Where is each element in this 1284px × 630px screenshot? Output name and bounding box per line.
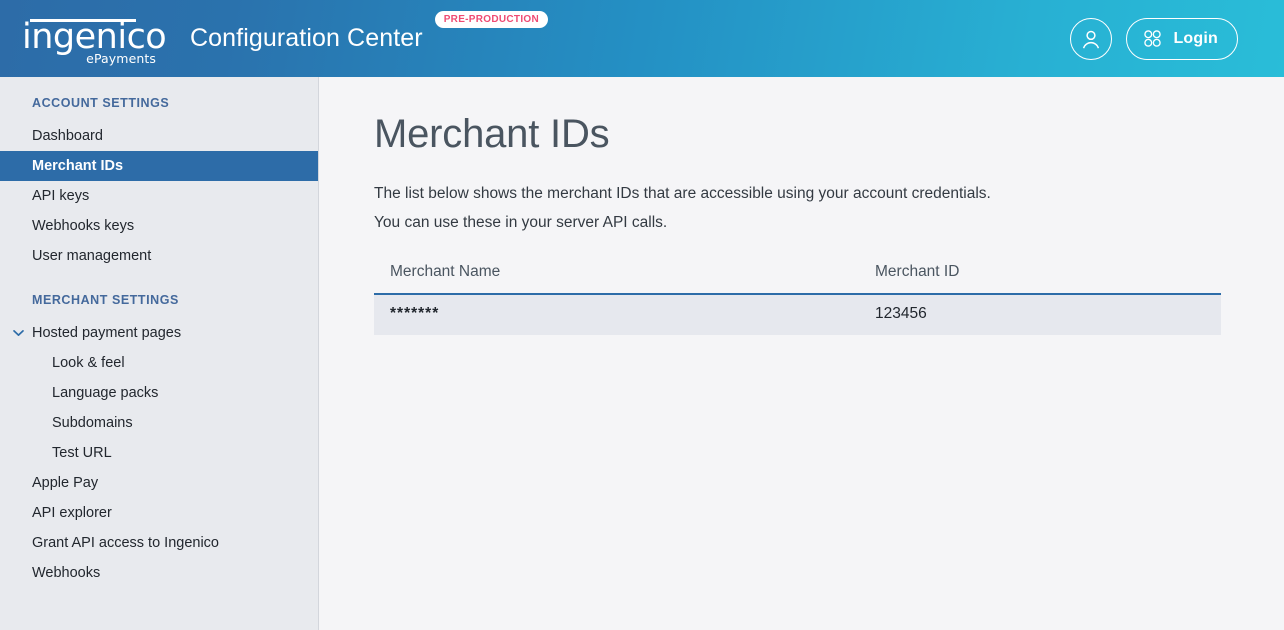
chevron-down-icon <box>13 330 24 337</box>
sidebar-item-label: Test URL <box>52 445 112 461</box>
merchant-ids-table-container: Merchant Name Merchant ID ******* 123456 <box>374 263 1221 335</box>
sidebar-item-label: API explorer <box>32 505 112 521</box>
page-body: ACCOUNT SETTINGS Dashboard Merchant IDs … <box>0 77 1284 630</box>
sidebar-item-label: Webhooks <box>32 565 101 581</box>
sidebar-item-test-url[interactable]: Test URL <box>0 438 318 468</box>
sidebar-item-dashboard[interactable]: Dashboard <box>0 121 318 151</box>
sidebar-item-label: Dashboard <box>32 128 103 144</box>
page-description-line-1: The list below shows the merchant IDs th… <box>374 185 991 202</box>
sidebar-item-subdomains[interactable]: Subdomains <box>0 408 318 438</box>
merchant-ids-table: Merchant Name Merchant ID ******* 123456 <box>374 263 1221 335</box>
sidebar-item-label: Look & feel <box>52 355 125 371</box>
logo-wordmark: ingenico <box>22 16 167 57</box>
sidebar-item-label: Grant API access to Ingenico <box>32 535 219 551</box>
sidebar-item-label: Merchant IDs <box>32 158 124 174</box>
sidebar-item-look-and-feel[interactable]: Look & feel <box>0 348 318 378</box>
sidebar-item-webhooks-keys[interactable]: Webhooks keys <box>0 211 318 241</box>
user-avatar-icon <box>1083 30 1100 48</box>
sidebar-item-grant-api-access[interactable]: Grant API access to Ingenico <box>0 528 318 558</box>
column-header-merchant-name: Merchant Name <box>374 263 859 295</box>
table-body: ******* 123456 <box>374 294 1221 335</box>
page-description: The list below shows the merchant IDs th… <box>374 179 1134 237</box>
app-title: Configuration Center <box>190 24 423 52</box>
sidebar-item-api-keys[interactable]: API keys <box>0 181 318 211</box>
sidebar-section-title-account-settings: ACCOUNT SETTINGS <box>32 96 170 110</box>
sidebar-item-webhooks[interactable]: Webhooks <box>0 558 318 588</box>
sidebar-item-label: API keys <box>32 188 90 204</box>
sidebar-item-hosted-payment-pages[interactable]: Hosted payment pages <box>0 318 318 348</box>
sidebar-item-label: Apple Pay <box>32 475 99 491</box>
sidebar-item-merchant-ids[interactable]: Merchant IDs <box>0 151 318 181</box>
table-row[interactable]: ******* 123456 <box>374 294 1221 335</box>
logo-bar-icon <box>30 18 136 22</box>
sidebar-item-user-management[interactable]: User management <box>0 241 318 271</box>
sidebar: ACCOUNT SETTINGS Dashboard Merchant IDs … <box>0 77 319 630</box>
table-header-row: Merchant Name Merchant ID <box>374 263 1221 295</box>
app-header: ingenico ePayments Configuration Center … <box>0 0 1284 77</box>
sidebar-item-label: User management <box>32 248 152 264</box>
four-dots-grid-icon <box>1144 30 1162 47</box>
sidebar-item-language-packs[interactable]: Language packs <box>0 378 318 408</box>
login-button-label: Login <box>1173 29 1218 47</box>
sidebar-item-label: Subdomains <box>52 415 133 431</box>
main-content: Merchant IDs The list below shows the me… <box>319 77 1284 630</box>
sidebar-item-label: Hosted payment pages <box>32 325 182 341</box>
login-button[interactable]: Login <box>1126 17 1238 60</box>
header-actions: Login <box>1070 17 1264 60</box>
cell-merchant-name: ******* <box>374 294 859 335</box>
sidebar-item-label: Language packs <box>52 385 159 401</box>
cell-merchant-id: 123456 <box>859 294 1221 335</box>
ingenico-logo[interactable]: ingenico ePayments <box>22 11 167 65</box>
user-avatar-button[interactable] <box>1070 17 1113 60</box>
sidebar-item-api-explorer[interactable]: API explorer <box>0 498 318 528</box>
page-title: Merchant IDs <box>374 112 610 156</box>
column-header-merchant-id: Merchant ID <box>859 263 1221 295</box>
table-header: Merchant Name Merchant ID <box>374 263 1221 295</box>
sidebar-item-apple-pay[interactable]: Apple Pay <box>0 468 318 498</box>
sidebar-item-label: Webhooks keys <box>32 218 135 234</box>
page-description-line-2: You can use these in your server API cal… <box>374 214 668 231</box>
sidebar-section-title-merchant-settings: MERCHANT SETTINGS <box>32 293 179 307</box>
environment-badge: PRE-PRODUCTION <box>434 11 549 28</box>
